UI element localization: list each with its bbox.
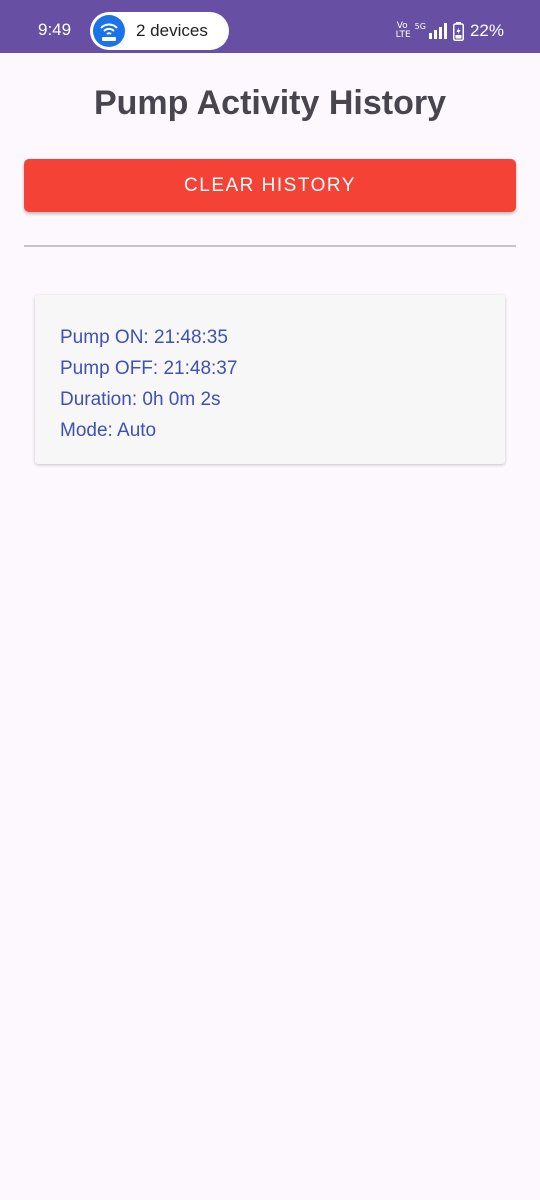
pump-duration: Duration: 0h 0m 2s	[60, 389, 221, 410]
status-icons: Vo LTE 5G 22%	[396, 20, 504, 42]
volte-icon: Vo LTE	[395, 21, 411, 40]
battery-percent: 22%	[469, 21, 504, 40]
hotspot-label: 2 devices	[136, 21, 208, 40]
pump-mode: Mode: Auto	[60, 420, 157, 441]
status-time: 9:49	[38, 20, 72, 39]
divider	[24, 245, 516, 247]
signal-icon	[428, 23, 447, 39]
status-bar: 9:49 2 devices Vo LTE 5G 22%	[0, 0, 540, 53]
page-title: Pump Activity History	[93, 84, 447, 122]
network-type-label: 5G	[414, 22, 426, 31]
hotspot-chip[interactable]: 2 devices	[90, 12, 229, 50]
clear-history-button[interactable]: CLEAR HISTORY	[24, 159, 516, 212]
pump-on-time: Pump ON: 21:48:35	[60, 327, 228, 348]
pump-off-time: Pump OFF: 21:48:37	[60, 358, 238, 379]
history-card: Pump ON: 21:48:35 Pump OFF: 21:48:37 Dur…	[35, 295, 505, 464]
hotspot-icon	[93, 15, 125, 47]
battery-icon	[452, 21, 464, 41]
